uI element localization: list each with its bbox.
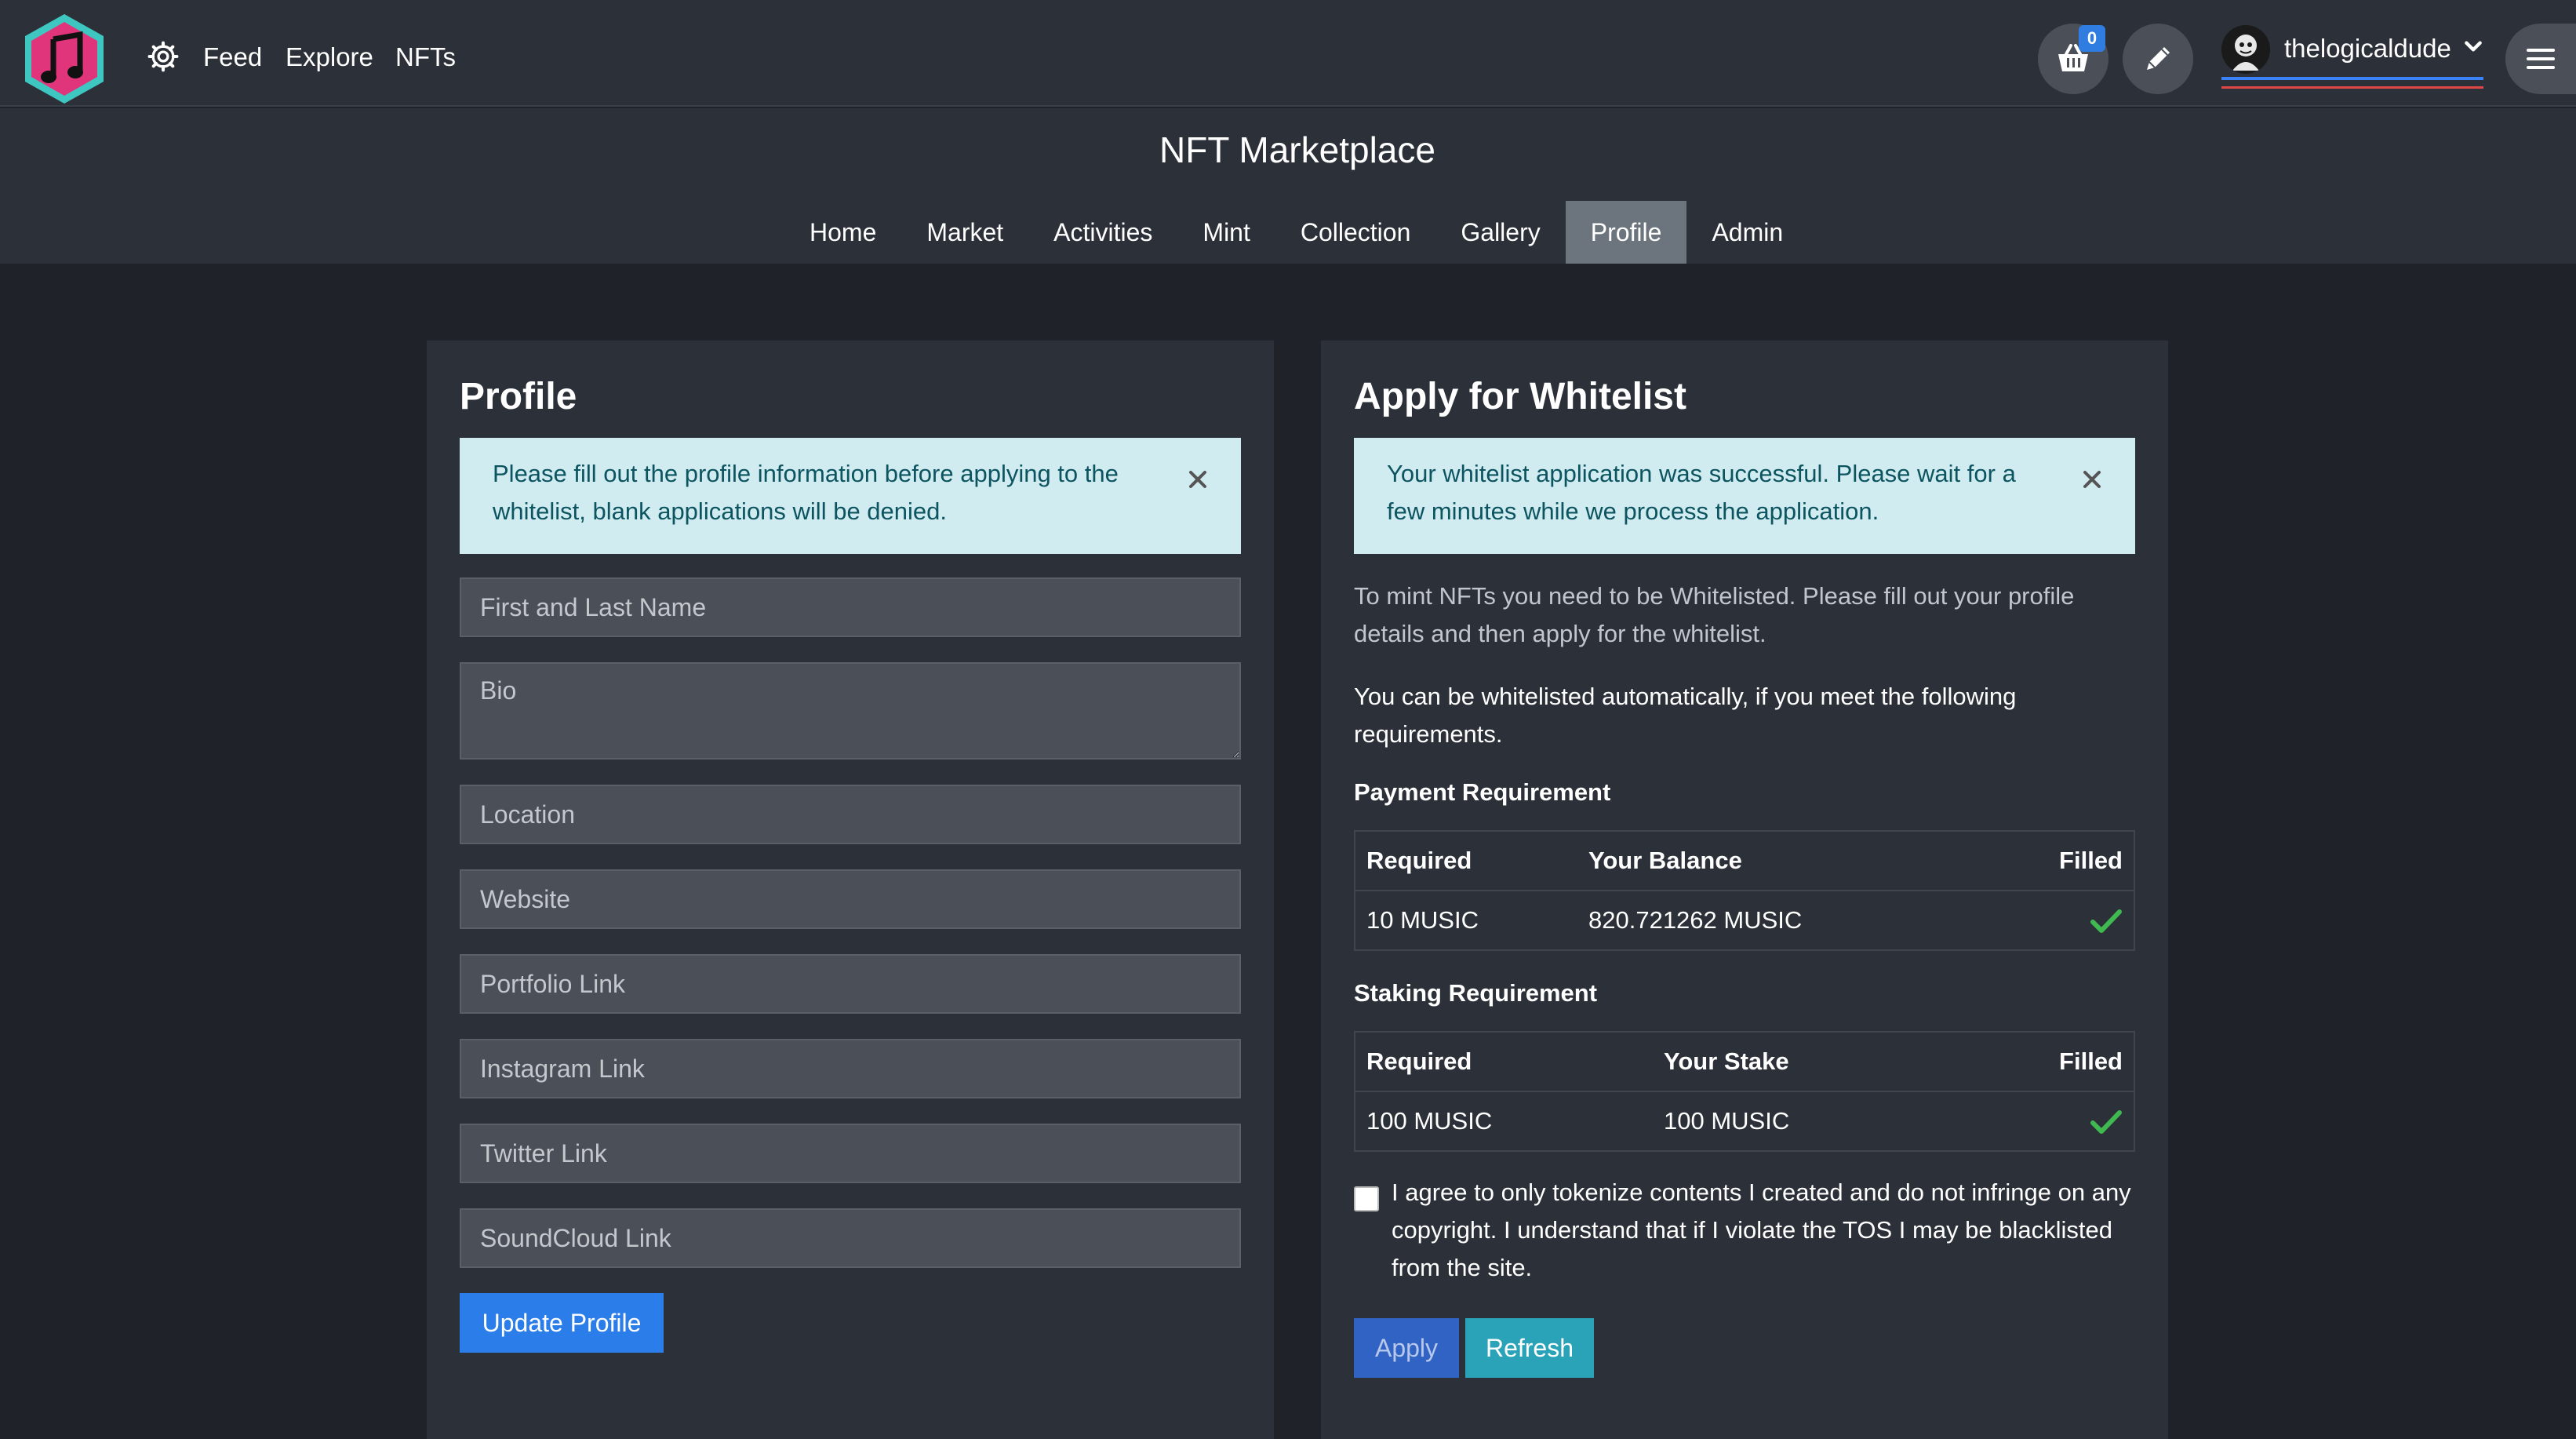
apply-button[interactable]: Apply — [1354, 1318, 1459, 1378]
payment-balance-value: 820.721262 MUSIC — [1577, 890, 1985, 951]
website-input[interactable] — [460, 869, 1241, 929]
soundcloud-link-input[interactable] — [460, 1208, 1241, 1268]
tab-home[interactable]: Home — [784, 201, 901, 264]
table-header-row: Required Your Balance Filled — [1355, 830, 2134, 891]
whitelist-panel: Apply for Whitelist Your whitelist appli… — [1321, 341, 2168, 1439]
profile-panel: Profile Please fill out the profile info… — [427, 341, 1274, 1439]
chevron-down-icon — [2465, 41, 2482, 52]
payment-requirement-table: Required Your Balance Filled 10 MUSIC 82… — [1354, 830, 2135, 951]
username: thelogicaldude — [2284, 34, 2451, 63]
close-icon[interactable] — [2080, 468, 2104, 491]
tab-collection[interactable]: Collection — [1275, 201, 1436, 264]
profile-info-alert: Please fill out the profile information … — [460, 438, 1241, 554]
main-tabs: Home Market Activities Mint Collection G… — [784, 201, 1808, 264]
table-row: 100 MUSIC 100 MUSIC — [1355, 1091, 2134, 1152]
portfolio-link-input[interactable] — [460, 954, 1241, 1014]
col-filled: Filled — [1956, 1031, 2134, 1092]
top-navbar: Feed Explore NFTs 0 thelogicaldude — [0, 0, 2576, 107]
agree-tos-label: I agree to only tokenize contents I crea… — [1392, 1179, 2131, 1281]
col-stake: Your Stake — [1653, 1031, 1957, 1092]
update-profile-button[interactable]: Update Profile — [460, 1293, 664, 1353]
twitter-link-input[interactable] — [460, 1124, 1241, 1183]
col-balance: Your Balance — [1577, 830, 1985, 891]
pencil-icon — [2147, 47, 2170, 70]
staking-requirement-heading: Staking Requirement — [1354, 979, 1598, 1007]
name-input[interactable] — [460, 577, 1241, 637]
agree-tos-checkbox[interactable] — [1354, 1186, 1379, 1211]
user-underline — [2221, 77, 2483, 80]
alert-text: Your whitelist application was successfu… — [1387, 460, 2016, 525]
table-row: 10 MUSIC 820.721262 MUSIC — [1355, 890, 2134, 951]
staking-requirement-table: Required Your Stake Filled 100 MUSIC 100… — [1354, 1031, 2135, 1152]
location-input[interactable] — [460, 785, 1241, 844]
user-underline-secondary — [2221, 86, 2483, 89]
payment-required-value: 10 MUSIC — [1355, 890, 1577, 951]
instagram-link-input[interactable] — [460, 1039, 1241, 1098]
nav-link-feed[interactable]: Feed — [203, 39, 262, 75]
tab-gallery[interactable]: Gallery — [1435, 201, 1565, 264]
tab-activities[interactable]: Activities — [1028, 201, 1177, 264]
check-icon — [2090, 1110, 2122, 1135]
table-header-row: Required Your Stake Filled — [1355, 1031, 2134, 1092]
page-title: NFT Marketplace — [1159, 129, 1435, 170]
staking-stake-value: 100 MUSIC — [1653, 1091, 1957, 1152]
nav-link-nfts[interactable]: NFTs — [395, 39, 456, 75]
nav-link-explore[interactable]: Explore — [286, 39, 373, 75]
bio-textarea[interactable] — [460, 662, 1241, 760]
avatar — [2221, 25, 2270, 74]
whitelist-auto-text: You can be whitelisted automatically, if… — [1354, 683, 2017, 748]
tab-mint[interactable]: Mint — [1177, 201, 1275, 264]
music-note-hexagon-logo[interactable] — [22, 13, 107, 105]
tab-market[interactable]: Market — [901, 201, 1028, 264]
payment-requirement-heading: Payment Requirement — [1354, 778, 1611, 806]
whitelist-success-alert: Your whitelist application was successfu… — [1354, 438, 2135, 554]
alert-text: Please fill out the profile information … — [493, 460, 1119, 525]
check-icon — [2090, 909, 2122, 934]
col-required: Required — [1355, 1031, 1653, 1092]
col-required: Required — [1355, 830, 1577, 891]
col-filled: Filled — [1985, 830, 2134, 891]
whitelist-title: Apply for Whitelist — [1354, 376, 1686, 417]
cart-count-badge: 0 — [2079, 25, 2105, 52]
profile-title: Profile — [460, 376, 577, 417]
close-icon[interactable] — [1186, 468, 1210, 491]
hamburger-icon — [2527, 49, 2555, 69]
menu-button[interactable] — [2505, 24, 2576, 94]
refresh-button[interactable]: Refresh — [1465, 1318, 1594, 1378]
user-menu[interactable]: thelogicaldude — [2221, 19, 2483, 94]
tab-profile[interactable]: Profile — [1565, 201, 1687, 264]
site-header: NFT Marketplace Home Market Activities M… — [0, 108, 2576, 264]
edit-button[interactable] — [2123, 24, 2193, 94]
staking-required-value: 100 MUSIC — [1355, 1091, 1653, 1152]
whitelist-intro-text: To mint NFTs you need to be Whitelisted.… — [1354, 582, 2075, 647]
gear-icon[interactable] — [146, 39, 180, 74]
tab-admin[interactable]: Admin — [1686, 201, 1808, 264]
